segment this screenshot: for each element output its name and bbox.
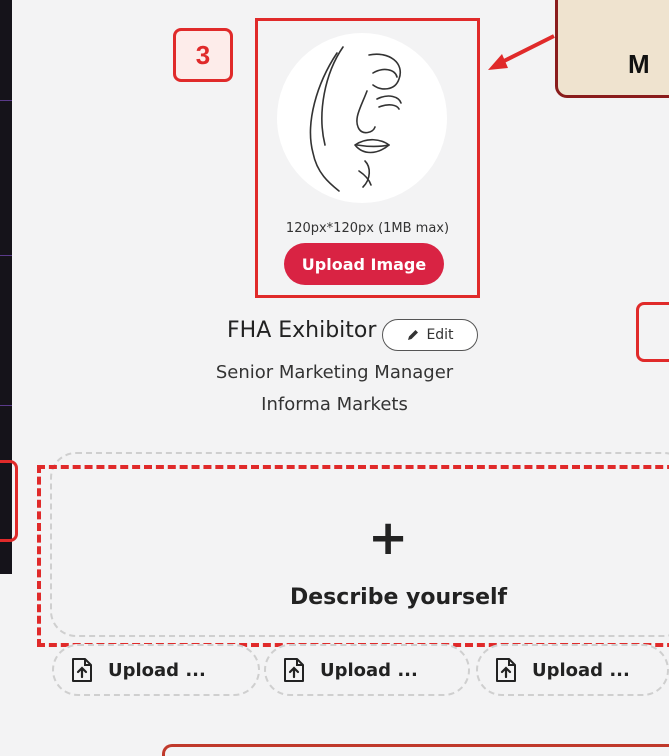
step-number-badge: 3: [173, 28, 233, 82]
file-upload-icon: [496, 658, 516, 682]
profile-company: Informa Markets: [261, 394, 408, 415]
bottom-annotation-edge: [162, 744, 669, 756]
file-upload-icon: [284, 658, 304, 682]
callout-tip-box: M: [555, 0, 669, 98]
side-annotation-badge: [636, 302, 669, 362]
upload-chip[interactable]: Upload ...: [476, 644, 669, 696]
file-upload-icon: [72, 658, 92, 682]
upload-chip[interactable]: Upload ...: [264, 644, 470, 696]
callout-tip-text: M: [628, 49, 650, 79]
profile-role: Senior Marketing Manager: [215, 362, 454, 383]
upload-chip[interactable]: Upload ...: [52, 644, 260, 696]
upload-chip-label: Upload ...: [108, 659, 206, 681]
pencil-icon: [408, 330, 419, 340]
left-annotation-badge: [0, 460, 18, 542]
upload-chip-label: Upload ...: [320, 659, 418, 681]
describe-highlight-outline: [37, 465, 669, 647]
upload-chip-label: Upload ...: [532, 659, 630, 681]
photo-size-note: 120px*120px (1MB max): [285, 221, 450, 236]
edit-profile-button[interactable]: Edit: [382, 319, 478, 351]
upload-image-button[interactable]: Upload Image: [284, 243, 444, 285]
profile-name: FHA Exhibitor: [227, 318, 377, 343]
edit-label: Edit: [426, 327, 454, 343]
callout-arrow-icon: [488, 34, 555, 70]
